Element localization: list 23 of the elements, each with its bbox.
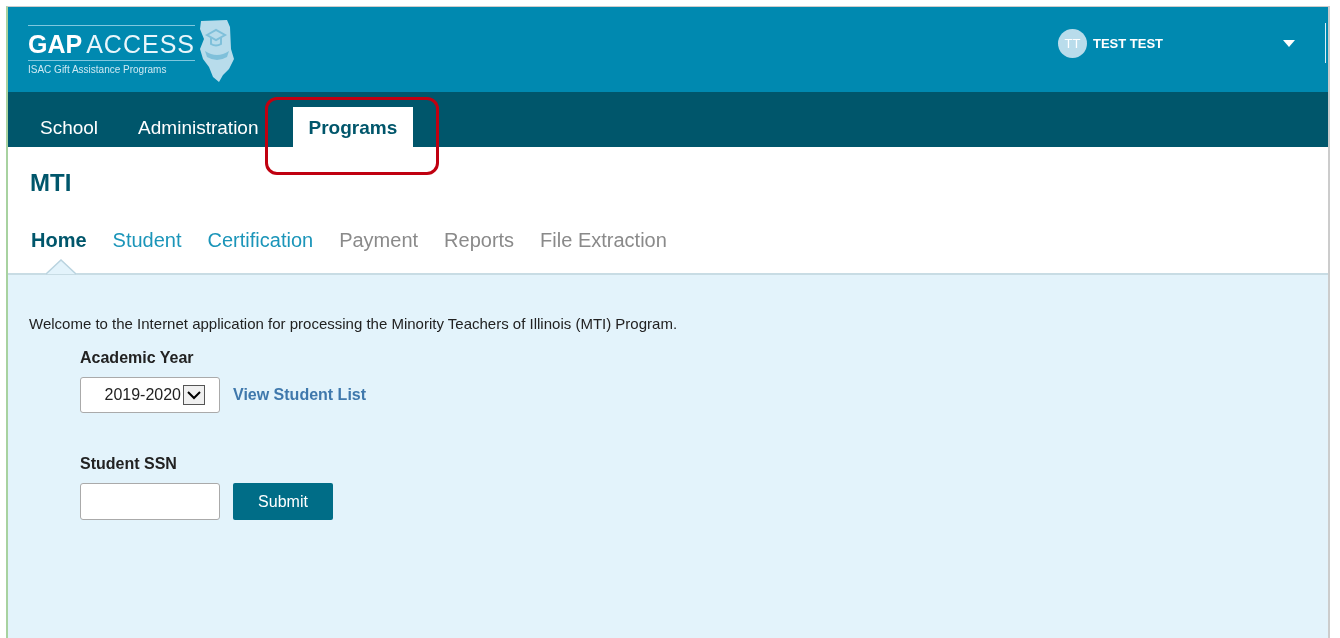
year-dropdown[interactable]: 2019-2020 xyxy=(80,377,220,413)
sub-tab-label: File Extraction xyxy=(540,229,667,252)
logo-tagline: ISAC Gift Assistance Programs xyxy=(28,64,168,75)
avatar-initials: TT xyxy=(1058,28,1087,58)
sub-tab-label: Payment xyxy=(339,229,419,252)
field-label: Academic Year xyxy=(80,349,195,367)
nav-tab[interactable]: Administration xyxy=(124,107,271,147)
nav-tab[interactable]: Programs xyxy=(292,107,414,147)
chevron-down-icon[interactable] xyxy=(183,385,205,405)
user-name[interactable]: TEST TEST xyxy=(1093,35,1283,51)
sub-tab[interactable]: Home xyxy=(31,229,87,252)
submit-button[interactable]: Submit xyxy=(233,483,333,520)
caret-icon[interactable] xyxy=(1283,39,1295,47)
page-title: MTI xyxy=(30,169,73,197)
sub-tab-label: Reports xyxy=(444,229,515,252)
view-student-list-link[interactable]: View Student List xyxy=(233,386,367,404)
ssn-input-field[interactable] xyxy=(80,483,220,520)
state-map-icon xyxy=(197,19,237,83)
welcome-text: Welcome to the Internet application for processing the Minority Teachers of Illinois (MTI) Program. xyxy=(29,315,679,332)
nav-tab[interactable]: School xyxy=(26,107,111,147)
field-label: Student SSN xyxy=(80,455,178,473)
logo-wordmark-light: ACCESS xyxy=(86,30,195,58)
logo-wordmark-bold: GAP xyxy=(28,30,83,58)
